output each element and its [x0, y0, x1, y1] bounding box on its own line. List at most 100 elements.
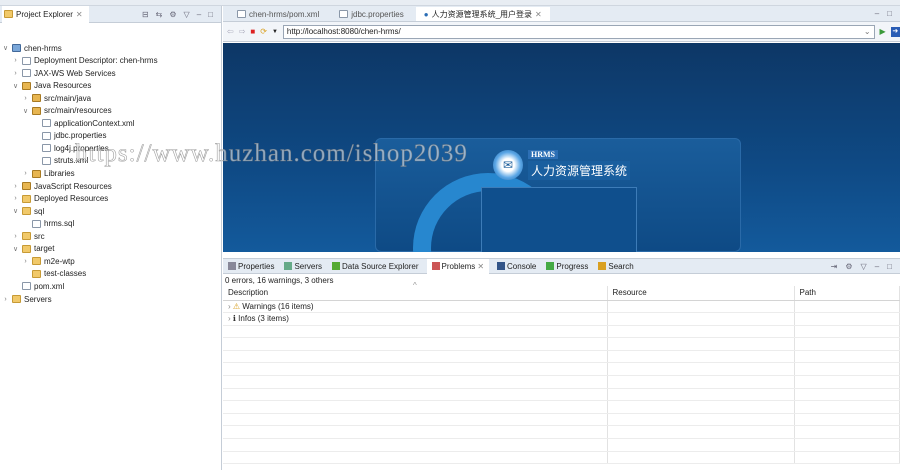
tab-project-explorer[interactable]: Project Explorer ✕ — [2, 5, 89, 23]
table-row — [223, 337, 900, 351]
chevron-right-icon[interactable]: › — [2, 296, 9, 303]
tree-item-label: Servers — [24, 294, 52, 304]
column-description[interactable]: Description ^ — [223, 281, 608, 301]
column-resource[interactable]: Resource — [607, 286, 795, 301]
tab-progress[interactable]: Progress — [544, 259, 590, 274]
collapse-all-icon[interactable]: ⊟ — [142, 10, 149, 19]
tree-item[interactable]: › Deployment Descriptor: chen-hrms — [12, 55, 157, 67]
folder-icon — [22, 194, 31, 203]
tree-item[interactable]: › Deployed Resources — [12, 193, 108, 205]
chevron-down-icon[interactable]: ∨ — [12, 207, 19, 215]
tab-browser-login[interactable]: ● 人力资源管理系统_用户登录 ✕ — [415, 7, 550, 21]
tree-item[interactable]: › Libraries — [22, 168, 75, 180]
chevron-right-icon[interactable]: › — [22, 258, 29, 265]
hrms-logo: ✉ HRMS 人力资源管理系统 — [493, 150, 631, 180]
table-row[interactable]: › ⚠ Warnings (16 items) — [223, 300, 900, 314]
minimize-icon[interactable]: – — [875, 9, 879, 18]
forward-icon[interactable]: ⇨ — [239, 27, 246, 36]
close-icon[interactable]: ✕ — [535, 10, 542, 19]
go-icon[interactable]: ▶ — [880, 27, 886, 36]
package-folder-icon — [32, 94, 41, 103]
tab-search[interactable]: Search — [596, 259, 635, 274]
url-input[interactable]: http://localhost:8080/chen-hrms/ ⌄ — [282, 24, 875, 39]
chevron-right-icon[interactable]: › — [12, 195, 19, 202]
package-folder-icon — [22, 182, 31, 191]
refresh-icon[interactable]: ⟳ — [260, 27, 267, 36]
table-row — [223, 400, 900, 414]
view-menu-icon[interactable]: ▽ — [184, 10, 190, 19]
tree-item-label: struts.xml — [54, 156, 89, 166]
tab-label: Project Explorer — [16, 9, 73, 19]
tree-item-label: src — [34, 231, 45, 241]
login-box — [481, 187, 637, 252]
table-row — [223, 362, 900, 377]
maximize-icon[interactable]: □ — [887, 262, 892, 271]
tree-item[interactable]: pom.xml — [12, 280, 64, 292]
sort-icon: ^ — [413, 281, 417, 290]
stop-icon[interactable]: ■ — [250, 27, 255, 36]
chevron-down-icon[interactable]: ∨ — [12, 245, 19, 253]
chevron-right-icon[interactable]: › — [22, 95, 29, 102]
view-menu-icon[interactable]: ▽ — [861, 262, 867, 271]
tree-item[interactable]: ∨ target — [12, 243, 55, 255]
warning-icon: ⚠ — [232, 301, 241, 311]
chevron-right-icon[interactable]: › — [12, 183, 19, 190]
tab-console[interactable]: Console — [495, 259, 538, 274]
tab-label: jdbc.properties — [351, 9, 404, 19]
chevron-down-icon[interactable]: ∨ — [2, 44, 9, 52]
minimize-icon[interactable]: – — [197, 10, 201, 19]
filter-icon[interactable]: ⚙ — [169, 10, 176, 19]
tree-item[interactable]: hrms.sql — [22, 218, 74, 230]
tree-item[interactable]: › Servers — [2, 293, 52, 305]
tab-pom-xml[interactable]: chen-hrms/pom.xml — [229, 7, 327, 21]
chevron-down-icon[interactable]: ∨ — [12, 82, 19, 90]
tree-item[interactable]: ∨ Java Resources — [12, 80, 91, 92]
tree-item-label: test-classes — [44, 269, 87, 279]
column-path[interactable]: Path — [794, 286, 900, 301]
tree-item-label: m2e-wtp — [44, 256, 75, 266]
tree-item[interactable]: ∨ src/main/resources — [22, 105, 112, 117]
tree-item[interactable]: › src — [12, 230, 45, 242]
maximize-icon[interactable]: □ — [208, 10, 213, 19]
tab-jdbc-properties[interactable]: jdbc.properties — [331, 7, 411, 21]
tree-item-label: JAX-WS Web Services — [34, 68, 116, 78]
tree-item[interactable]: applicationContext.xml — [32, 117, 134, 129]
chevron-right-icon[interactable]: › — [12, 57, 19, 64]
tree-item[interactable]: test-classes — [22, 268, 86, 280]
close-icon[interactable]: ✕ — [477, 262, 484, 271]
chevron-right-icon[interactable]: › — [12, 70, 19, 77]
tab-problems[interactable]: Problems ✕ — [426, 258, 490, 274]
chevron-down-icon[interactable]: ∨ — [22, 107, 29, 115]
tree-item[interactable]: struts.xml — [32, 155, 88, 167]
focus-icon[interactable]: ⇥ — [831, 262, 838, 271]
tab-properties[interactable]: Properties — [226, 259, 276, 274]
tab-servers[interactable]: Servers — [282, 259, 324, 274]
tree-item[interactable]: ∨ sql — [12, 205, 44, 217]
tree-item[interactable]: log4j.properties — [32, 142, 109, 154]
tree-item[interactable]: ∨ chen-hrms — [2, 42, 62, 54]
minimize-icon[interactable]: – — [875, 262, 879, 271]
close-icon[interactable]: ✕ — [76, 10, 83, 19]
tab-data-source-explorer[interactable]: Data Source Explorer — [330, 259, 420, 274]
project-icon — [12, 44, 21, 52]
maximize-icon[interactable]: □ — [887, 9, 892, 18]
link-editor-icon[interactable]: ⇆ — [156, 10, 163, 19]
dropdown-icon[interactable]: ▼ — [272, 29, 278, 35]
chevron-down-icon[interactable]: ⌄ — [864, 27, 874, 36]
browser-toolbar: ⇦ ⇨ ■ ⟳ ▼ http://localhost:8080/chen-hrm… — [223, 22, 900, 42]
back-icon[interactable]: ⇦ — [227, 27, 234, 36]
file-icon — [42, 131, 51, 140]
chevron-right-icon[interactable]: › — [22, 170, 29, 177]
table-row[interactable]: › ℹ Infos (3 items) — [223, 312, 900, 326]
filter-icon[interactable]: ⚙ — [845, 262, 852, 271]
open-external-icon[interactable]: ➜ — [890, 26, 900, 37]
browser-content: ✉ HRMS 人力资源管理系统 — [223, 43, 900, 252]
tree-item[interactable]: › JavaScript Resources — [12, 180, 111, 192]
table-row — [223, 350, 900, 364]
tree-item[interactable]: jdbc.properties — [32, 130, 106, 142]
tree-item[interactable]: › JAX-WS Web Services — [12, 67, 116, 79]
tree-item[interactable]: › m2e-wtp — [22, 255, 75, 267]
chevron-right-icon[interactable]: › — [12, 233, 19, 240]
tree-item[interactable]: › src/main/java — [22, 92, 91, 104]
tree-item-label: Libraries — [44, 169, 75, 178]
